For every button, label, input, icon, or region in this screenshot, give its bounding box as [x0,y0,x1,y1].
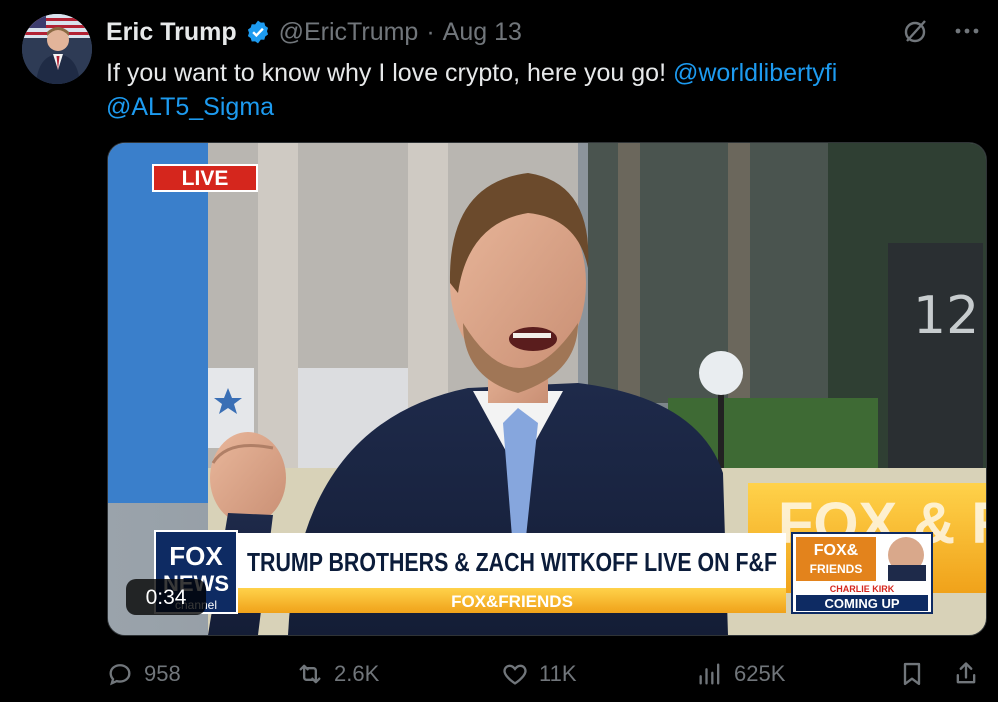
tweet-actions: 958 2.6K 11K 625K [106,654,980,694]
repost-icon [299,664,321,684]
views-count: 625K [734,661,786,686]
tweet-body: If you want to know why I love crypto, h… [106,59,673,87]
views-button[interactable]: 625K [696,660,896,688]
bookmark-button[interactable] [898,660,926,688]
avatar-image [22,14,92,84]
video-frame: 12 FOX & F LIVE FOX NEWS [108,143,986,635]
promo-name: CHARLIE KIRK [830,584,895,594]
avatar[interactable] [22,14,92,84]
author-name[interactable]: Eric Trump [106,18,237,47]
live-badge: LIVE [182,167,229,190]
promo-title-line1: FOX& [814,542,859,559]
promo-coming-up: COMING UP [824,596,899,611]
building-number: 12 [913,286,979,346]
mention-worldlibertyfi[interactable]: @worldlibertyfi [673,59,837,87]
heart-icon [503,664,527,685]
more-options-icon[interactable] [952,16,982,46]
lower-third-headline: TRUMP BROTHERS & ZACH WITKOFF LIVE ON F&… [247,547,777,577]
like-button[interactable]: 11K [501,660,696,688]
video-player[interactable]: 12 FOX & F LIVE FOX NEWS [107,142,987,636]
video-duration: 0:34 [146,586,187,609]
author-handle[interactable]: @EricTrump [279,18,419,47]
grok-icon[interactable] [900,16,930,46]
lower-third-show: FOX&FRIENDS [451,592,573,611]
tweet-text: If you want to know why I love crypto, h… [106,56,966,124]
reply-count: 958 [144,661,181,686]
reply-button[interactable]: 958 [106,660,296,688]
fox-logo-line1: FOX [169,541,223,571]
reply-icon [109,664,131,686]
verified-badge-icon [247,20,268,44]
like-count: 11K [539,661,577,686]
header-actions [900,16,982,46]
share-button[interactable] [952,660,980,688]
tweet-date[interactable]: Aug 13 [443,18,522,47]
separator-dot: · [426,17,435,46]
share-icon [956,662,976,684]
repost-button[interactable]: 2.6K [296,660,501,688]
tweet-header: Eric Trump @EricTrump · Aug 13 [106,14,978,50]
mention-alt5-sigma[interactable]: @ALT5_Sigma [106,93,274,121]
promo-title-line2: FRIENDS [810,562,863,576]
repost-count: 2.6K [334,661,380,686]
bookmark-icon [903,662,921,686]
views-chart-icon [699,663,720,685]
